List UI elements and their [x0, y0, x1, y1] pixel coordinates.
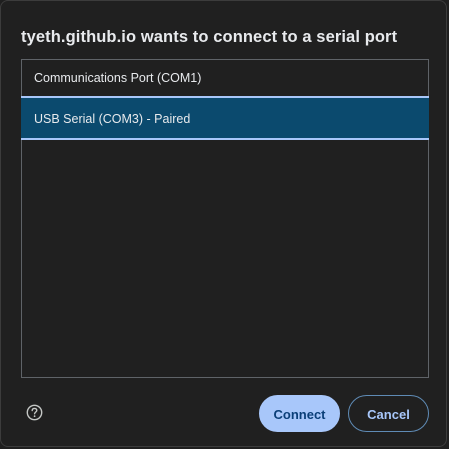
serial-port-dialog: tyeth.github.io wants to connect to a se…: [0, 0, 447, 447]
port-list[interactable]: Communications Port (COM1) USB Serial (C…: [21, 59, 429, 378]
dialog-title: tyeth.github.io wants to connect to a se…: [21, 28, 398, 46]
cancel-button[interactable]: Cancel: [348, 395, 429, 432]
connect-button[interactable]: Connect: [259, 395, 340, 432]
help-circle-icon[interactable]: [26, 404, 43, 421]
port-list-item-com1[interactable]: Communications Port (COM1): [22, 60, 428, 96]
port-list-item-com3[interactable]: USB Serial (COM3) - Paired: [21, 96, 429, 140]
